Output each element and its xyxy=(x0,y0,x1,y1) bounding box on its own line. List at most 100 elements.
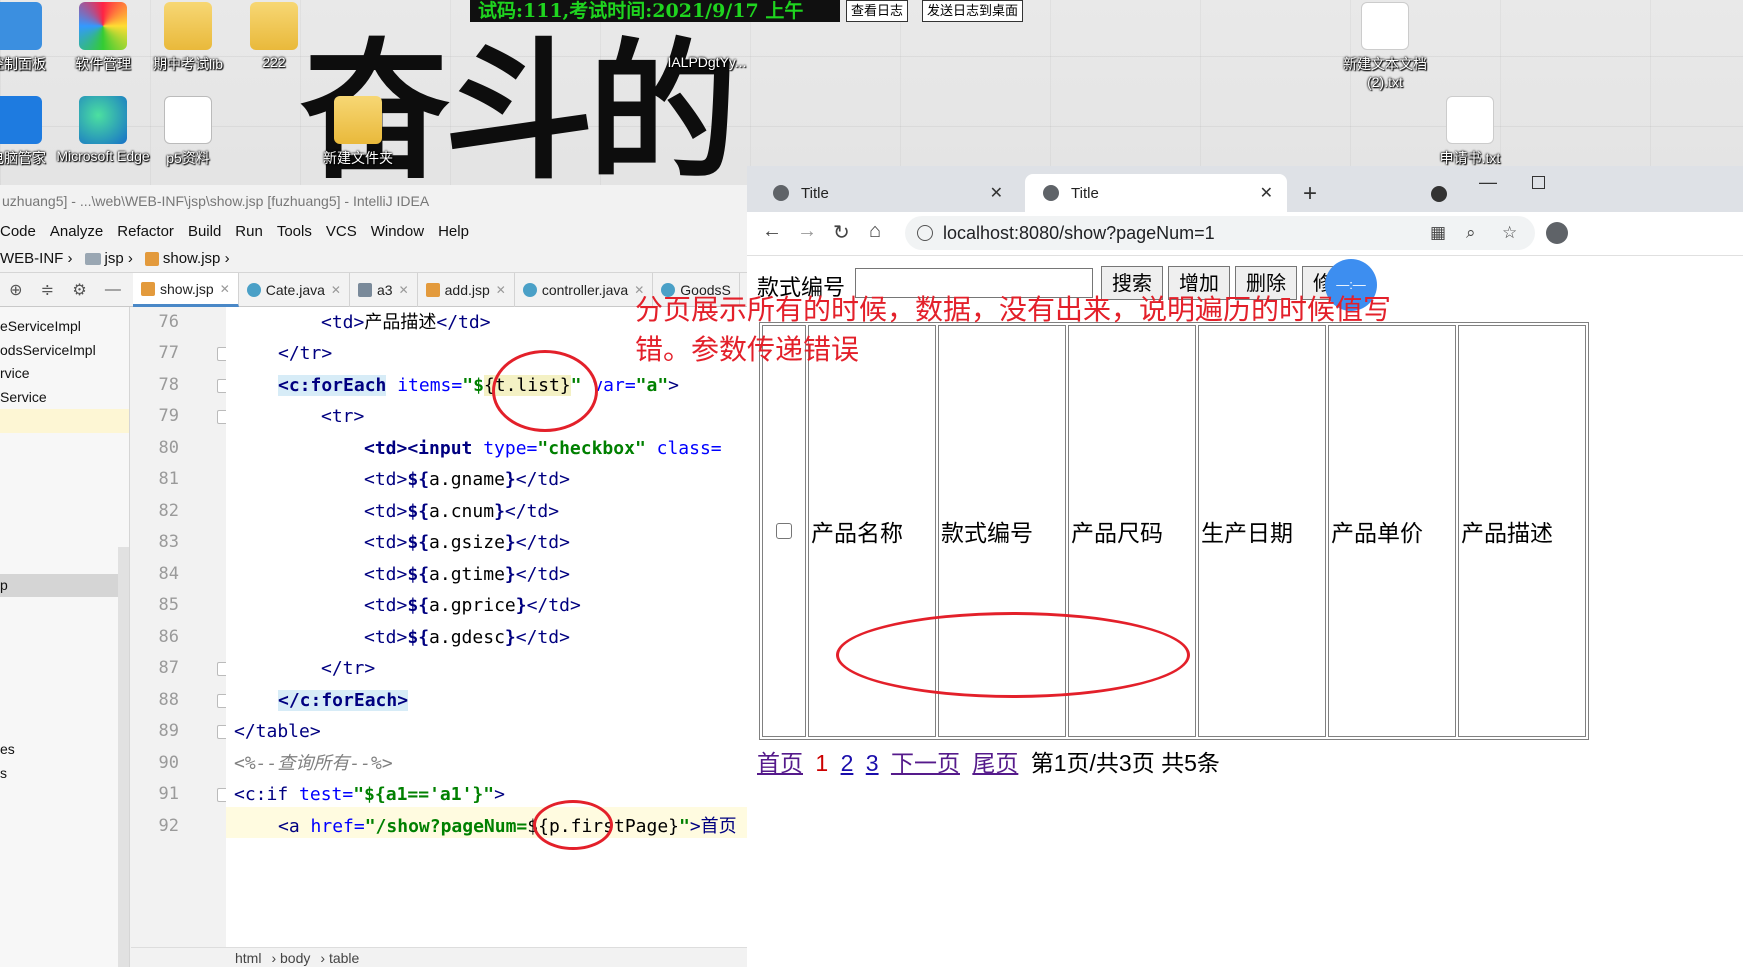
window-minimize-icon[interactable]: — xyxy=(1479,172,1497,193)
tree-item[interactable]: s xyxy=(0,762,129,786)
menu-refactor[interactable]: Refactor xyxy=(117,223,174,240)
reload-icon[interactable]: ↻ xyxy=(833,220,850,245)
tree-item[interactable]: rvice xyxy=(0,362,129,386)
close-tab-icon[interactable]: ✕ xyxy=(990,183,1003,203)
code-editor[interactable]: <td>产品描述</td> </tr> <c:forEach items="${… xyxy=(226,307,747,947)
code-line-91: <c:if test="${a1=='a1'}"> xyxy=(234,784,505,805)
jsp-file-icon xyxy=(144,251,159,266)
tree-item[interactable] xyxy=(0,456,129,480)
new-tab-button[interactable]: + xyxy=(1303,180,1317,208)
browser-tab-2[interactable]: Title ✕ xyxy=(1025,174,1287,212)
qr-code-icon[interactable]: ▦ xyxy=(1430,224,1448,242)
page-link[interactable]: 2 xyxy=(841,750,854,776)
tree-item[interactable] xyxy=(0,433,129,457)
line-number-gutter: 76 77 78 79 80 81 82 83 84 85 86 87 88 8… xyxy=(131,307,231,947)
tree-item[interactable]: es xyxy=(0,738,129,762)
tree-item-highlighted[interactable] xyxy=(0,409,129,433)
column-header: 生产日期 xyxy=(1198,325,1326,737)
line-number: 87 xyxy=(158,658,179,678)
tree-item[interactable]: eServiceImpl xyxy=(0,315,129,339)
page-link-current[interactable]: 1 xyxy=(815,750,828,776)
tab-a3[interactable]: a3 ✕ xyxy=(350,273,418,307)
tree-item[interactable]: odsServiceImpl xyxy=(0,339,129,363)
forward-icon[interactable]: → xyxy=(797,220,817,243)
breadcrumb-web-inf[interactable]: WEB-INF › xyxy=(0,250,73,267)
breadcrumb-show-jsp[interactable]: show.jsp › xyxy=(139,250,230,267)
home-icon[interactable]: ⌂ xyxy=(869,220,881,243)
desktop-icon-222-folder[interactable]: 222 xyxy=(226,2,322,70)
tree-item[interactable] xyxy=(0,480,129,504)
tab-cate-java[interactable]: Cate.java ✕ xyxy=(239,273,350,307)
tab-add-jsp[interactable]: add.jsp ✕ xyxy=(418,273,515,307)
close-icon[interactable]: ✕ xyxy=(220,282,230,296)
control-panel-icon xyxy=(0,2,42,50)
project-scrollbar[interactable] xyxy=(118,547,129,967)
tree-item-selected[interactable]: p xyxy=(0,573,129,597)
status-crumb-table[interactable]: table xyxy=(329,950,359,966)
code-line-92: <a href="/show?pageNum=${p.firstPage}">首… xyxy=(278,816,737,837)
folder-icon xyxy=(84,252,101,265)
bookmark-star-icon[interactable]: ☆ xyxy=(1502,224,1520,242)
view-log-button[interactable]: 查看日志 xyxy=(846,0,909,22)
tree-item[interactable] xyxy=(0,550,129,574)
tab-show-jsp[interactable]: show.jsp ✕ xyxy=(133,273,239,307)
code-line-79: <tr> xyxy=(321,406,365,427)
profile-avatar[interactable] xyxy=(1546,222,1568,244)
tree-item[interactable] xyxy=(0,503,129,527)
status-crumb-body[interactable]: body xyxy=(280,950,310,966)
project-toolbar: ⊕ ≑ ⚙ — xyxy=(0,273,130,307)
first-page-link[interactable]: 首页 xyxy=(757,750,803,776)
desktop-icon-edge[interactable]: Microsoft Edge xyxy=(55,96,151,164)
desktop-icon-p5[interactable]: p5资料 xyxy=(140,96,236,168)
menu-tools[interactable]: Tools xyxy=(277,223,312,240)
menu-analyze[interactable]: Analyze xyxy=(50,223,103,240)
tab-controller-java[interactable]: controller.java ✕ xyxy=(515,273,654,307)
desktop-icon-new-folder[interactable]: 新建文件夹 xyxy=(310,96,406,168)
desktop-icon-new-text-doc[interactable]: 新建文本文档 (2).txt xyxy=(1335,2,1435,90)
minimize-icon[interactable]: — xyxy=(105,281,121,299)
tree-item[interactable]: Service xyxy=(0,386,129,410)
gear-icon[interactable]: ⚙ xyxy=(72,280,86,300)
code-line-76: <td>产品描述</td> xyxy=(321,312,491,333)
menu-run[interactable]: Run xyxy=(235,223,263,240)
menu-vcs[interactable]: VCS xyxy=(326,223,357,240)
menu-build[interactable]: Build xyxy=(188,223,221,240)
send-log-button[interactable]: 发送日志到桌面 xyxy=(922,0,1024,22)
line-number: 81 xyxy=(158,469,179,489)
desktop-icon-application-txt[interactable]: 申请书.txt xyxy=(1422,96,1518,168)
close-icon[interactable]: ✕ xyxy=(496,283,506,297)
menu-help[interactable]: Help xyxy=(438,223,469,240)
select-all-checkbox[interactable] xyxy=(776,522,792,539)
browser-tab-1[interactable]: Title ✕ xyxy=(755,174,1017,212)
close-icon[interactable]: ✕ xyxy=(331,283,341,297)
line-number: 85 xyxy=(158,595,179,615)
collapse-icon[interactable]: ≑ xyxy=(41,280,54,300)
page-link[interactable]: 3 xyxy=(866,750,879,776)
menu-window[interactable]: Window xyxy=(371,223,424,240)
menu-code[interactable]: Code xyxy=(0,223,36,240)
close-tab-icon[interactable]: ✕ xyxy=(1260,183,1273,203)
zoom-icon[interactable]: ⌕ xyxy=(1466,224,1484,242)
next-page-link[interactable]: 下一页 xyxy=(891,750,960,776)
window-maximize-icon[interactable] xyxy=(1532,176,1545,189)
address-url[interactable]: localhost:8080/show?pageNum=1 xyxy=(943,216,1215,250)
line-number: 77 xyxy=(158,343,179,363)
annotation-note: 分页展示所有的时候，数据，没有出来，说明遍历的时候值写错。参数传递错误 xyxy=(635,293,1392,366)
back-icon[interactable]: ← xyxy=(762,220,782,243)
breadcrumb-jsp[interactable]: jsp › xyxy=(79,250,133,267)
tree-item xyxy=(0,644,129,668)
column-header: 产品单价 xyxy=(1328,325,1456,737)
close-icon[interactable]: ✕ xyxy=(399,283,409,297)
tab-search-icon[interactable] xyxy=(1431,186,1447,202)
tree-item xyxy=(0,621,129,645)
site-info-icon[interactable] xyxy=(917,225,933,241)
code-line-81: <td>${a.gname}</td> xyxy=(364,469,570,490)
tree-item[interactable] xyxy=(0,527,129,551)
line-number: 86 xyxy=(158,627,179,647)
status-crumb-html[interactable]: html xyxy=(235,950,261,966)
target-icon[interactable]: ⊕ xyxy=(9,280,22,300)
last-page-link[interactable]: 尾页 xyxy=(972,750,1018,776)
desktop-icon-software-manager[interactable]: 软件管理 xyxy=(55,2,151,74)
code-line-77: </tr> xyxy=(278,343,333,364)
desktop-icon-lib-folder[interactable]: 期中考试lib xyxy=(140,2,236,74)
